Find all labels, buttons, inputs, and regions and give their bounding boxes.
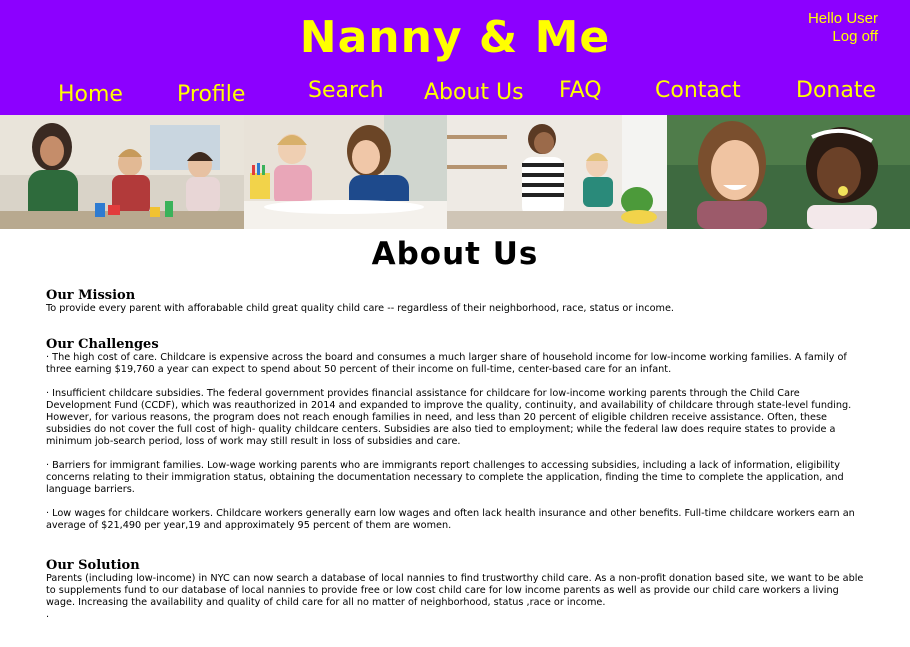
challenge-wages: · Low wages for childcare workers. Child…: [46, 508, 855, 531]
photo-banner: [0, 115, 910, 229]
nav-home[interactable]: Home: [58, 82, 123, 107]
family-photo-3: [447, 115, 667, 229]
mission-text: To provide every parent with afforabable…: [46, 303, 674, 314]
challenge-cost: · The high cost of care. Childcare is ex…: [46, 352, 847, 375]
family-photo-2: [244, 115, 447, 229]
family-photo-1: [0, 115, 244, 229]
nav-donate[interactable]: Donate: [796, 78, 876, 103]
nav-faq[interactable]: FAQ: [559, 78, 602, 103]
solution-heading: Our Solution: [46, 558, 140, 573]
mission-heading: Our Mission: [46, 288, 136, 303]
solution-text: Parents (including low-income) in NYC ca…: [46, 573, 864, 608]
greeting-text: Hello User: [807, 10, 878, 27]
logoff-link[interactable]: Log off: [808, 28, 878, 46]
page-title: About Us: [371, 236, 539, 272]
site-title: Nanny & Me: [299, 12, 611, 63]
about-content: About Us Our Mission To provide every pa…: [46, 236, 866, 621]
challenge-subsidies: · Insufficient childcare subsidies. The …: [46, 388, 852, 447]
nav-contact[interactable]: Contact: [655, 78, 741, 103]
challenge-immigrant: · Barriers for immigrant families. Low-w…: [46, 460, 844, 495]
trailing-dot: .: [46, 609, 50, 620]
nav-profile[interactable]: Profile: [177, 82, 245, 107]
nav-search[interactable]: Search: [308, 78, 384, 103]
user-box: Hello User Log off: [808, 10, 878, 46]
nav-about-us[interactable]: About Us: [424, 80, 524, 105]
family-photo-4: [667, 115, 910, 229]
site-header: Nanny & Me Hello User Log off Home Profi…: [0, 0, 910, 115]
challenges-heading: Our Challenges: [46, 337, 159, 352]
